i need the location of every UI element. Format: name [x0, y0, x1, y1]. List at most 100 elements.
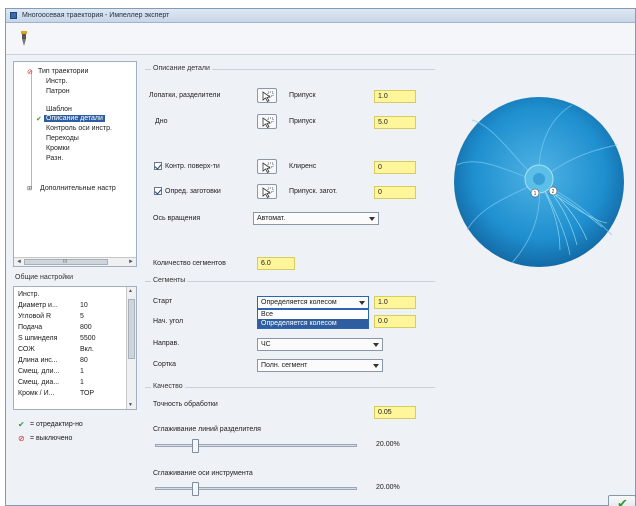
marker-1-label: 1 — [534, 191, 537, 197]
expand-icon[interactable]: ⊞ — [27, 185, 32, 192]
tool-icon[interactable] — [16, 30, 32, 48]
chevron-down-icon — [373, 364, 379, 368]
start-select[interactable]: Определяется колесом — [257, 296, 369, 309]
tree-hscrollbar[interactable]: ◄ III ► — [14, 257, 136, 266]
quality-group-title: Качество — [151, 383, 185, 390]
start-number-input[interactable]: 1.0 — [374, 296, 416, 309]
blades-allowance-label: Припуск — [289, 92, 316, 99]
scroll-down-arrow-icon[interactable]: ▼ — [128, 402, 133, 408]
pick-floor-button[interactable] — [257, 114, 277, 129]
setting-value: 800 — [80, 324, 92, 331]
tree-item-tool[interactable]: Инстр. — [46, 78, 67, 85]
impeller-viewport[interactable]: 1 2 — [452, 95, 626, 269]
tree-item-template[interactable]: Шаблон — [46, 106, 72, 113]
scroll-thumb[interactable] — [128, 299, 135, 359]
ok-button[interactable]: ✔ — [608, 495, 636, 506]
settings-vscrollbar[interactable]: ▲ ▼ — [126, 287, 136, 409]
start-dropdown-list: Все Определяется колесом — [257, 309, 369, 329]
tolerance-label: Точность обработки — [153, 401, 218, 408]
setting-value: 80 — [80, 357, 88, 364]
scroll-left-arrow-icon[interactable]: ◄ — [15, 258, 23, 266]
sort-label: Сортка — [153, 361, 177, 368]
blades-label: Лопатки, разделители — [149, 92, 221, 99]
setting-value: 5 — [80, 313, 84, 320]
floor-label: Дно — [155, 118, 168, 125]
tree-item-misc[interactable]: Разн. — [46, 155, 63, 162]
grip-icon: III — [63, 259, 68, 265]
setting-key: Смещ. дли... — [18, 368, 60, 375]
segments-count-input[interactable]: 6.0 — [257, 257, 295, 270]
setting-key: Кромк / И... — [18, 390, 55, 397]
direction-select[interactable]: ЧС — [257, 338, 383, 351]
setting-key: СОЖ — [18, 346, 35, 353]
pick-blades-button[interactable] — [257, 88, 277, 103]
tree-item-axis[interactable]: Контроль оси инстр. — [46, 125, 112, 132]
app-icon — [10, 12, 17, 19]
pick-stock-button[interactable] — [257, 184, 277, 199]
setting-value: 1 — [80, 379, 84, 386]
tree-item-advanced[interactable]: Дополнительные настр — [40, 185, 116, 192]
setting-key: S шпинделя — [18, 335, 58, 342]
tree-item-holder[interactable]: Патрон — [46, 88, 70, 95]
tolerance-input[interactable]: 0.05 — [374, 406, 416, 419]
tree-item-part[interactable]: Описание детали — [44, 115, 105, 122]
smooth-split-label: Сглаживание линий разделителя — [153, 426, 261, 433]
smooth-axis-value: 20.00% — [376, 484, 400, 491]
clearance-input[interactable]: 0 — [374, 161, 416, 174]
setting-key: Смещ. диа... — [18, 379, 60, 386]
part-group-title: Описание детали — [151, 65, 212, 72]
scroll-right-arrow-icon[interactable]: ► — [127, 258, 135, 266]
segments-count-label: Количество сегментов — [153, 260, 226, 267]
window-title: Многоосевая траектория - Импеллер экспер… — [22, 12, 170, 19]
chevron-down-icon — [359, 301, 365, 305]
setting-key: Инстр. — [18, 291, 40, 298]
start-angle-input[interactable]: 0.0 — [374, 315, 416, 328]
general-settings-title: Общие настройки — [15, 274, 74, 281]
setting-key: Угловой R — [18, 313, 52, 320]
setting-key: Длина инс... — [18, 357, 58, 364]
chevron-down-icon — [369, 217, 375, 221]
start-select-value: Определяется колесом — [261, 299, 337, 306]
blades-allowance-input[interactable]: 1.0 — [374, 90, 416, 103]
scroll-up-arrow-icon[interactable]: ▲ — [128, 288, 133, 294]
cursor-select-icon — [262, 117, 274, 128]
tree-item-transitions[interactable]: Переходы — [46, 135, 79, 142]
stock-label: Опред. заготовки — [165, 188, 221, 195]
ctrl-surf-checkbox[interactable] — [154, 162, 162, 170]
sort-select[interactable]: Полн. сегмент — [257, 359, 383, 372]
dropdown-option-wheel[interactable]: Определяется колесом — [258, 319, 368, 328]
setting-value: 5500 — [80, 335, 96, 342]
scroll-thumb[interactable]: III — [24, 259, 108, 265]
tree-item-edges[interactable]: Кромки — [46, 145, 70, 152]
sort-select-value: Полн. сегмент — [261, 362, 308, 369]
tree-item-type[interactable]: Тип траектории — [38, 68, 88, 75]
direction-select-value: ЧС — [261, 341, 271, 348]
smooth-split-slider-thumb[interactable] — [192, 439, 200, 453]
toolbar — [6, 23, 635, 55]
checkmark-icon: ✔ — [18, 420, 25, 429]
axis-select-value: Автомат. — [257, 215, 286, 222]
stock-checkbox[interactable] — [154, 187, 162, 195]
start-label: Старт — [153, 298, 173, 305]
smooth-axis-slider[interactable] — [155, 487, 357, 490]
axis-select[interactable]: Автомат. — [253, 212, 379, 225]
smooth-split-slider[interactable] — [155, 444, 357, 447]
smooth-axis-slider-thumb[interactable] — [192, 482, 200, 496]
floor-allowance-label: Припуск — [289, 118, 316, 125]
axis-label: Ось вращения — [153, 215, 201, 222]
titlebar: Многоосевая траектория - Импеллер экспер… — [6, 9, 635, 23]
hub-center — [533, 173, 545, 185]
floor-allowance-input[interactable]: 5.0 — [374, 116, 416, 129]
setting-value: Вкл. — [80, 346, 94, 353]
cursor-select-icon — [262, 162, 274, 173]
stock-allowance-label: Припуск. загот. — [289, 188, 338, 195]
segments-group-title: Сегменты — [151, 277, 188, 284]
dropdown-option-all[interactable]: Все — [258, 310, 368, 319]
checkmark-icon: ✔ — [36, 116, 42, 123]
setting-key: Диаметр и... — [18, 302, 58, 309]
pick-ctrl-surf-button[interactable] — [257, 159, 277, 174]
stock-allowance-input[interactable]: 0 — [374, 186, 416, 199]
tree-panel: ⊘ Тип траектории Инстр. Патрон Шаблон ✔ … — [13, 61, 137, 267]
disabled-icon: ⊘ — [27, 69, 33, 76]
legend-edited: = отредактир-но — [30, 421, 83, 428]
